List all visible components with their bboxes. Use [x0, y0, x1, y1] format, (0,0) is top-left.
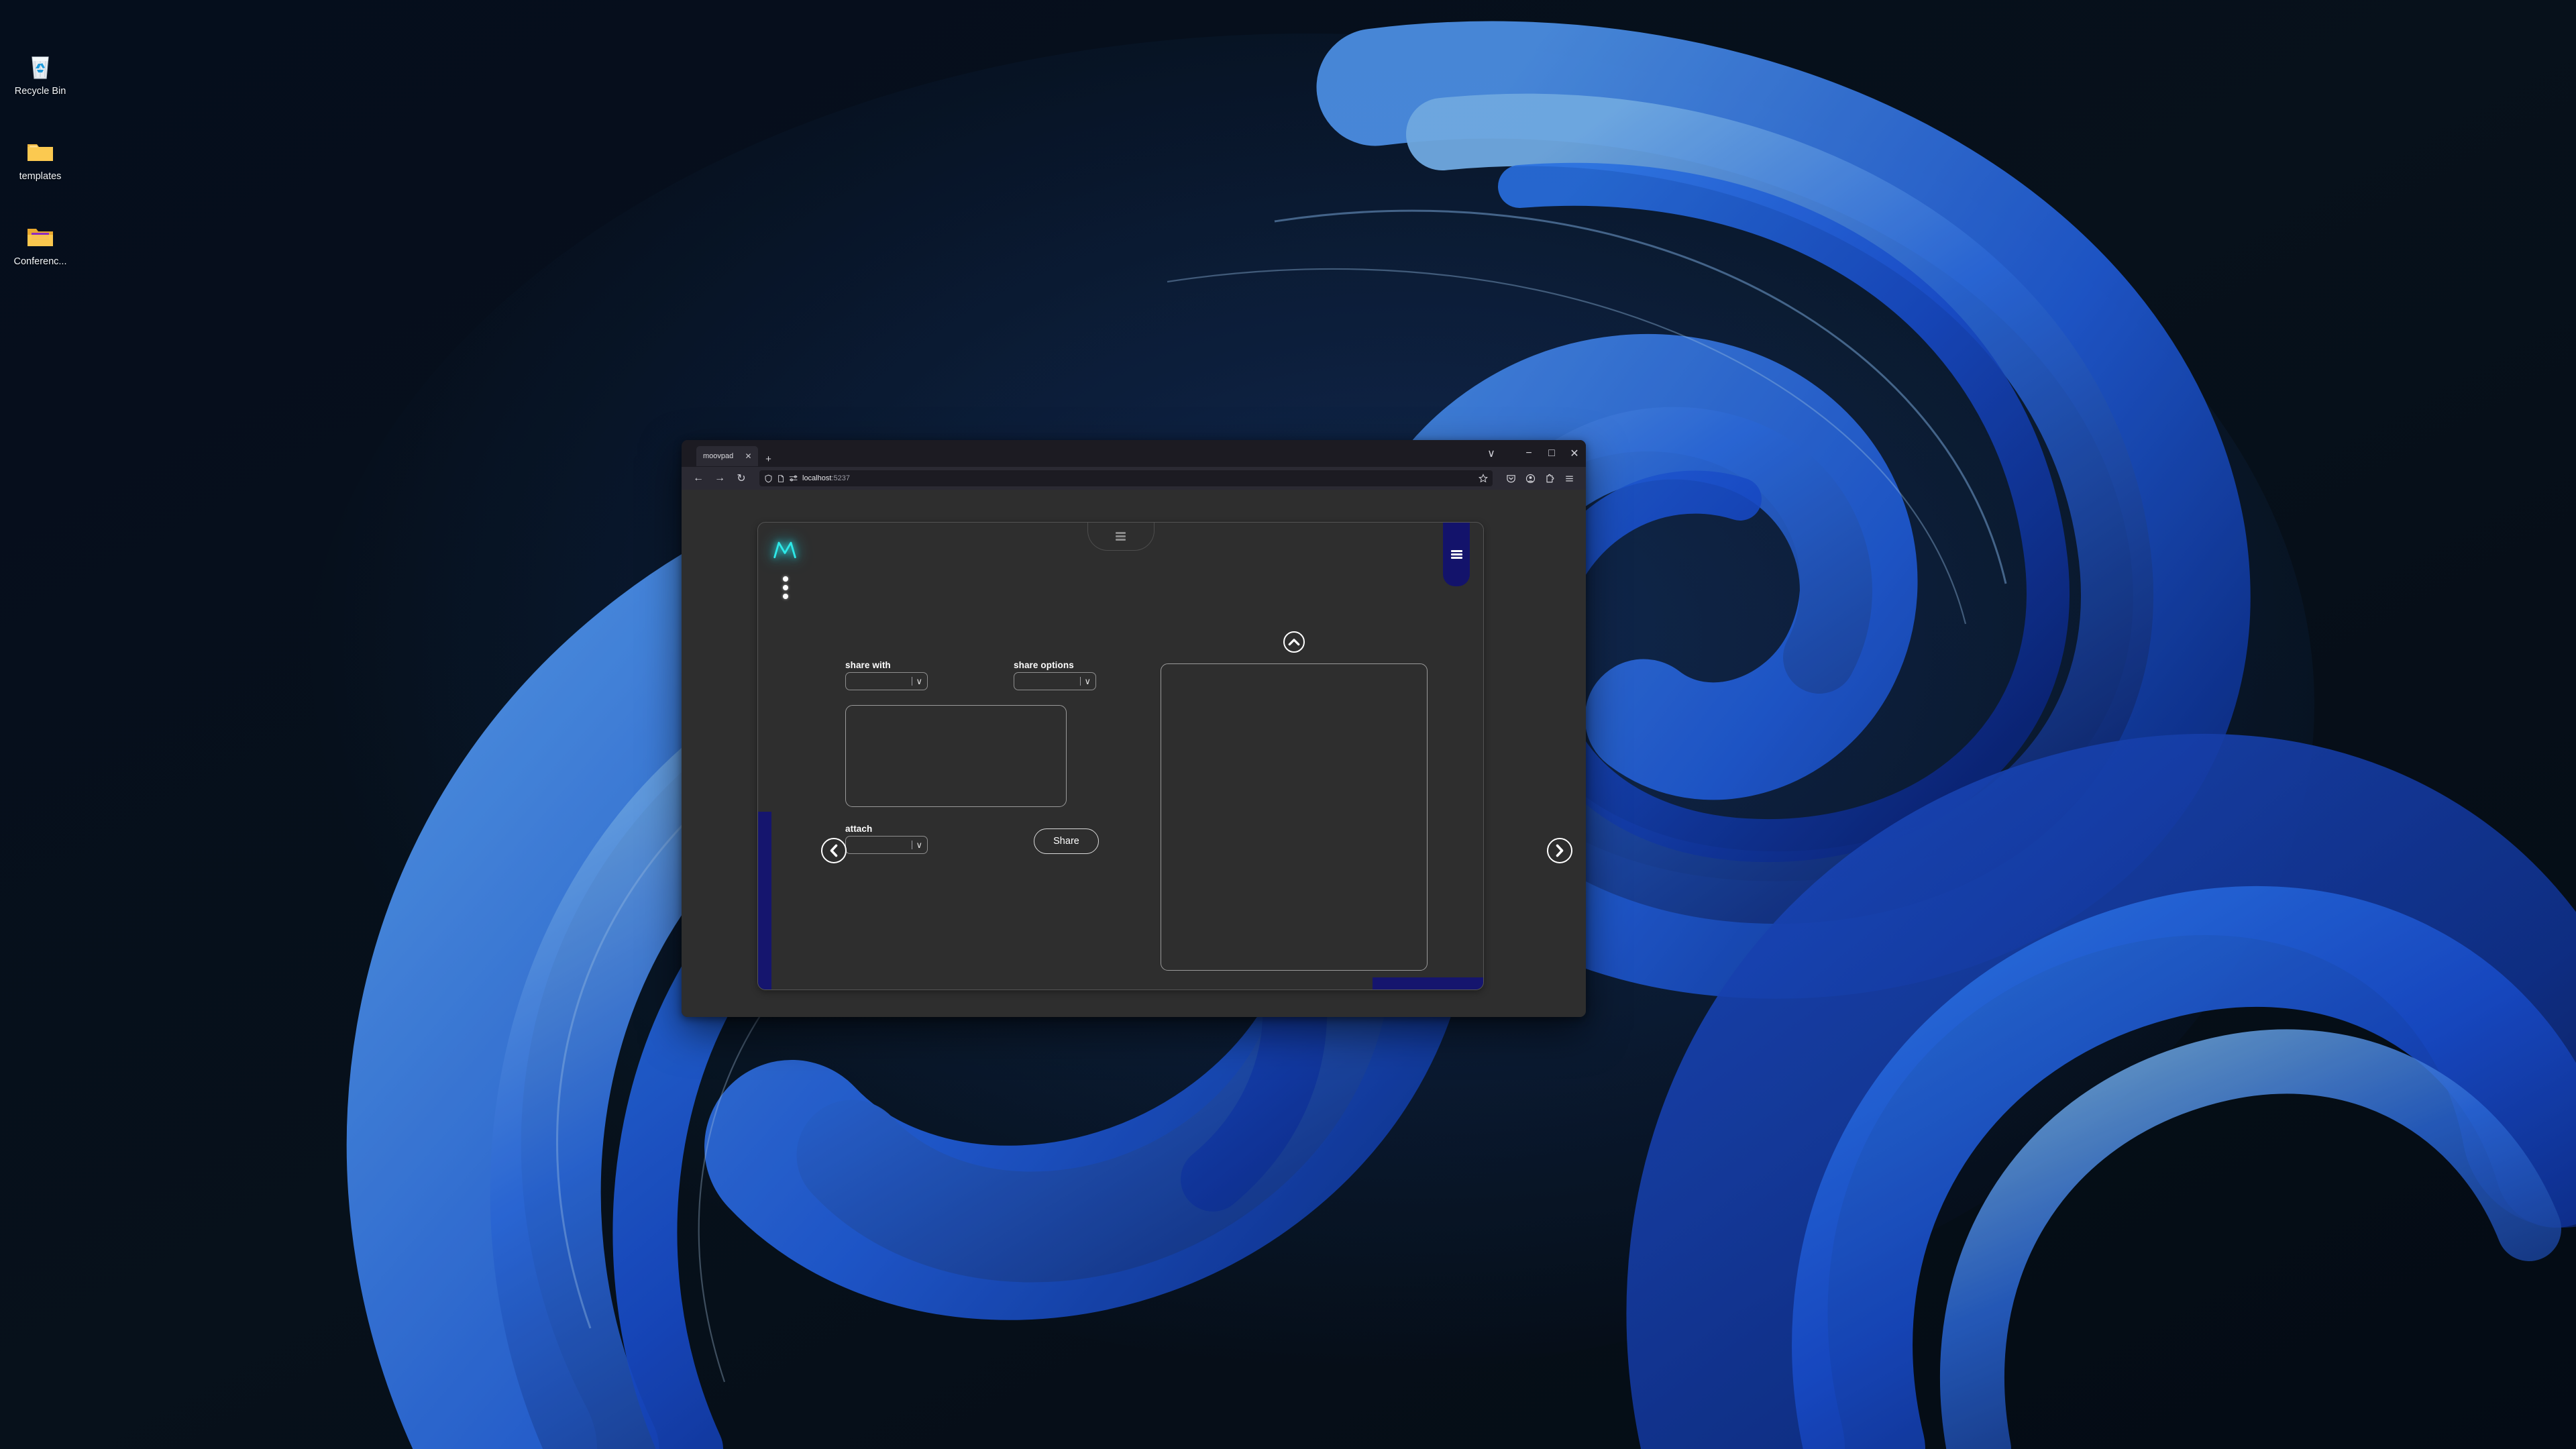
minimize-icon[interactable]: −: [1517, 442, 1540, 465]
page-info-icon: [778, 474, 784, 482]
chevron-left-circle-icon[interactable]: [821, 838, 847, 863]
desktop-icon-list: Recycle Bin templates Conferenc...: [0, 50, 80, 267]
share-options-label: share options: [1014, 660, 1074, 670]
tab-list-icon[interactable]: ∨: [1480, 442, 1503, 465]
select-divider: [1080, 677, 1081, 686]
account-icon[interactable]: [1521, 470, 1539, 487]
accent-bar-bottom: [1373, 977, 1483, 989]
pocket-icon[interactable]: [1502, 470, 1519, 487]
desktop-icon-conference[interactable]: Conferenc...: [3, 221, 77, 267]
desktop-icon-templates[interactable]: templates: [3, 136, 77, 182]
maximize-icon[interactable]: □: [1540, 442, 1563, 465]
extensions-icon[interactable]: [1541, 470, 1558, 487]
hamburger-icon: [1116, 532, 1126, 541]
share-form: share with ∨ share options ∨ attach ∨ Sh…: [845, 660, 1127, 854]
browser-toolbar: ← → ↻ localhost:5237: [682, 467, 1586, 490]
share-field-row: share with ∨ share options ∨: [845, 660, 1127, 690]
window-controls: ∨ − □ ✕: [1480, 440, 1586, 467]
browser-tab-strip: moovpad ✕ + ∨ − □ ✕: [682, 440, 1586, 467]
page-viewport: share with ∨ share options ∨ attach ∨ Sh…: [682, 490, 1586, 1017]
chevron-down-icon: ∨: [916, 840, 922, 850]
hamburger-icon: [1450, 550, 1462, 559]
moovpad-app-card: share with ∨ share options ∨ attach ∨ Sh…: [757, 522, 1572, 990]
reload-icon[interactable]: ↻: [733, 470, 750, 487]
menu-tab-button[interactable]: [1443, 523, 1470, 586]
address-bar[interactable]: localhost:5237: [759, 470, 1493, 486]
share-with-field: share with ∨: [845, 660, 928, 690]
new-tab-icon[interactable]: +: [763, 454, 773, 464]
more-vertical-icon[interactable]: [783, 576, 788, 599]
chevron-up-circle-icon[interactable]: [1283, 631, 1305, 653]
shield-icon: [765, 474, 772, 482]
close-window-icon[interactable]: ✕: [1563, 442, 1586, 465]
chevron-down-icon: ∨: [1084, 676, 1091, 686]
desktop-icon-label: templates: [19, 171, 62, 182]
desktop-icon-label: Conferenc...: [13, 256, 67, 267]
address-port: :5237: [831, 474, 850, 482]
share-options-field: share options ∨: [1014, 660, 1096, 690]
chevron-down-icon: ∨: [916, 676, 922, 686]
recycle-bin-icon: [25, 50, 56, 81]
toolbar-icon-group: [1502, 470, 1578, 487]
desktop: Recycle Bin templates Conferenc... moovp…: [0, 0, 2576, 1449]
accent-bar-left: [758, 812, 771, 989]
close-icon[interactable]: ✕: [743, 451, 753, 462]
browser-window: moovpad ✕ + ∨ − □ ✕ ← → ↻ localhost:5237…: [682, 440, 1586, 1017]
share-with-label: share with: [845, 660, 891, 670]
folder-open-icon: [25, 221, 56, 252]
attach-field: attach ∨: [845, 824, 928, 854]
back-icon[interactable]: ←: [690, 470, 707, 487]
tab-title: moovpad: [703, 452, 734, 460]
address-host: localhost: [802, 474, 832, 482]
browser-tab-moovpad[interactable]: moovpad ✕: [696, 446, 758, 466]
forward-icon[interactable]: →: [711, 470, 729, 487]
attach-and-share-row: attach ∨ Share: [845, 824, 1127, 854]
share-button[interactable]: Share: [1034, 828, 1099, 854]
desktop-icon-label: Recycle Bin: [14, 86, 66, 97]
app-menu-icon[interactable]: [1560, 470, 1578, 487]
attach-select[interactable]: ∨: [845, 836, 928, 854]
share-options-select[interactable]: ∨: [1014, 672, 1096, 690]
share-message-textarea[interactable]: [845, 705, 1067, 807]
star-icon[interactable]: [1479, 474, 1488, 483]
moovpad-logo-icon: [773, 539, 797, 559]
preview-box[interactable]: [1161, 663, 1428, 971]
folder-icon: [25, 136, 56, 166]
permissions-icon: [789, 475, 798, 482]
drawer-handle[interactable]: [1087, 523, 1155, 551]
desktop-icon-recycle-bin[interactable]: Recycle Bin: [3, 50, 77, 97]
chevron-right-circle-icon[interactable]: [1547, 838, 1572, 863]
attach-label: attach: [845, 824, 873, 834]
address-text: localhost:5237: [802, 474, 850, 482]
share-with-select[interactable]: ∨: [845, 672, 928, 690]
preview-pane: [1161, 631, 1428, 971]
